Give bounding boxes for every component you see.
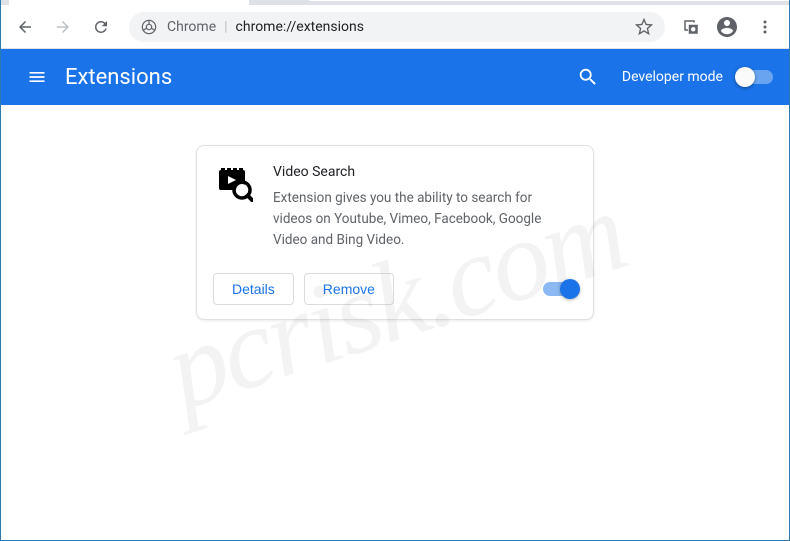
menu-button[interactable] [749, 11, 781, 43]
developer-mode-toggle[interactable] [737, 70, 773, 84]
browser-window: Extensions [0, 0, 790, 541]
extensions-header: Extensions Developer mode [1, 49, 789, 105]
browser-toolbar: Chrome | chrome://extensions [1, 5, 789, 49]
address-bar[interactable]: Chrome | chrome://extensions [129, 12, 665, 42]
reload-button[interactable] [85, 11, 117, 43]
new-tab-button[interactable] [257, 0, 285, 2]
tab-strip: Extensions [1, 0, 789, 5]
extension-description: Extension gives you the ability to searc… [273, 188, 573, 251]
extension-card: Video Search Extension gives you the abi… [196, 145, 594, 320]
extension-name: Video Search [273, 164, 573, 180]
profile-button[interactable] [711, 11, 743, 43]
forward-button[interactable] [47, 11, 79, 43]
extension-enable-toggle[interactable] [543, 282, 577, 296]
remove-button[interactable]: Remove [304, 273, 394, 305]
search-button[interactable] [568, 57, 608, 97]
hamburger-menu-button[interactable] [17, 57, 57, 97]
extension-toolbar-icon[interactable] [677, 18, 705, 36]
close-window-button[interactable] [743, 0, 789, 1]
chrome-icon [141, 19, 157, 35]
extension-icon [217, 166, 253, 202]
details-button[interactable]: Details [213, 273, 294, 305]
page-title: Extensions [65, 65, 568, 90]
minimize-button[interactable] [651, 0, 697, 1]
developer-mode-label: Developer mode [622, 69, 723, 85]
omnibox-separator: | [224, 19, 227, 35]
content-area: pcrisk.com V [1, 105, 789, 540]
back-button[interactable] [9, 11, 41, 43]
browser-tab[interactable]: Extensions [9, 0, 249, 5]
maximize-button[interactable] [697, 0, 743, 1]
bookmark-icon[interactable] [635, 18, 653, 36]
omnibox-prefix: Chrome [167, 19, 216, 35]
omnibox-url: chrome://extensions [236, 19, 364, 35]
